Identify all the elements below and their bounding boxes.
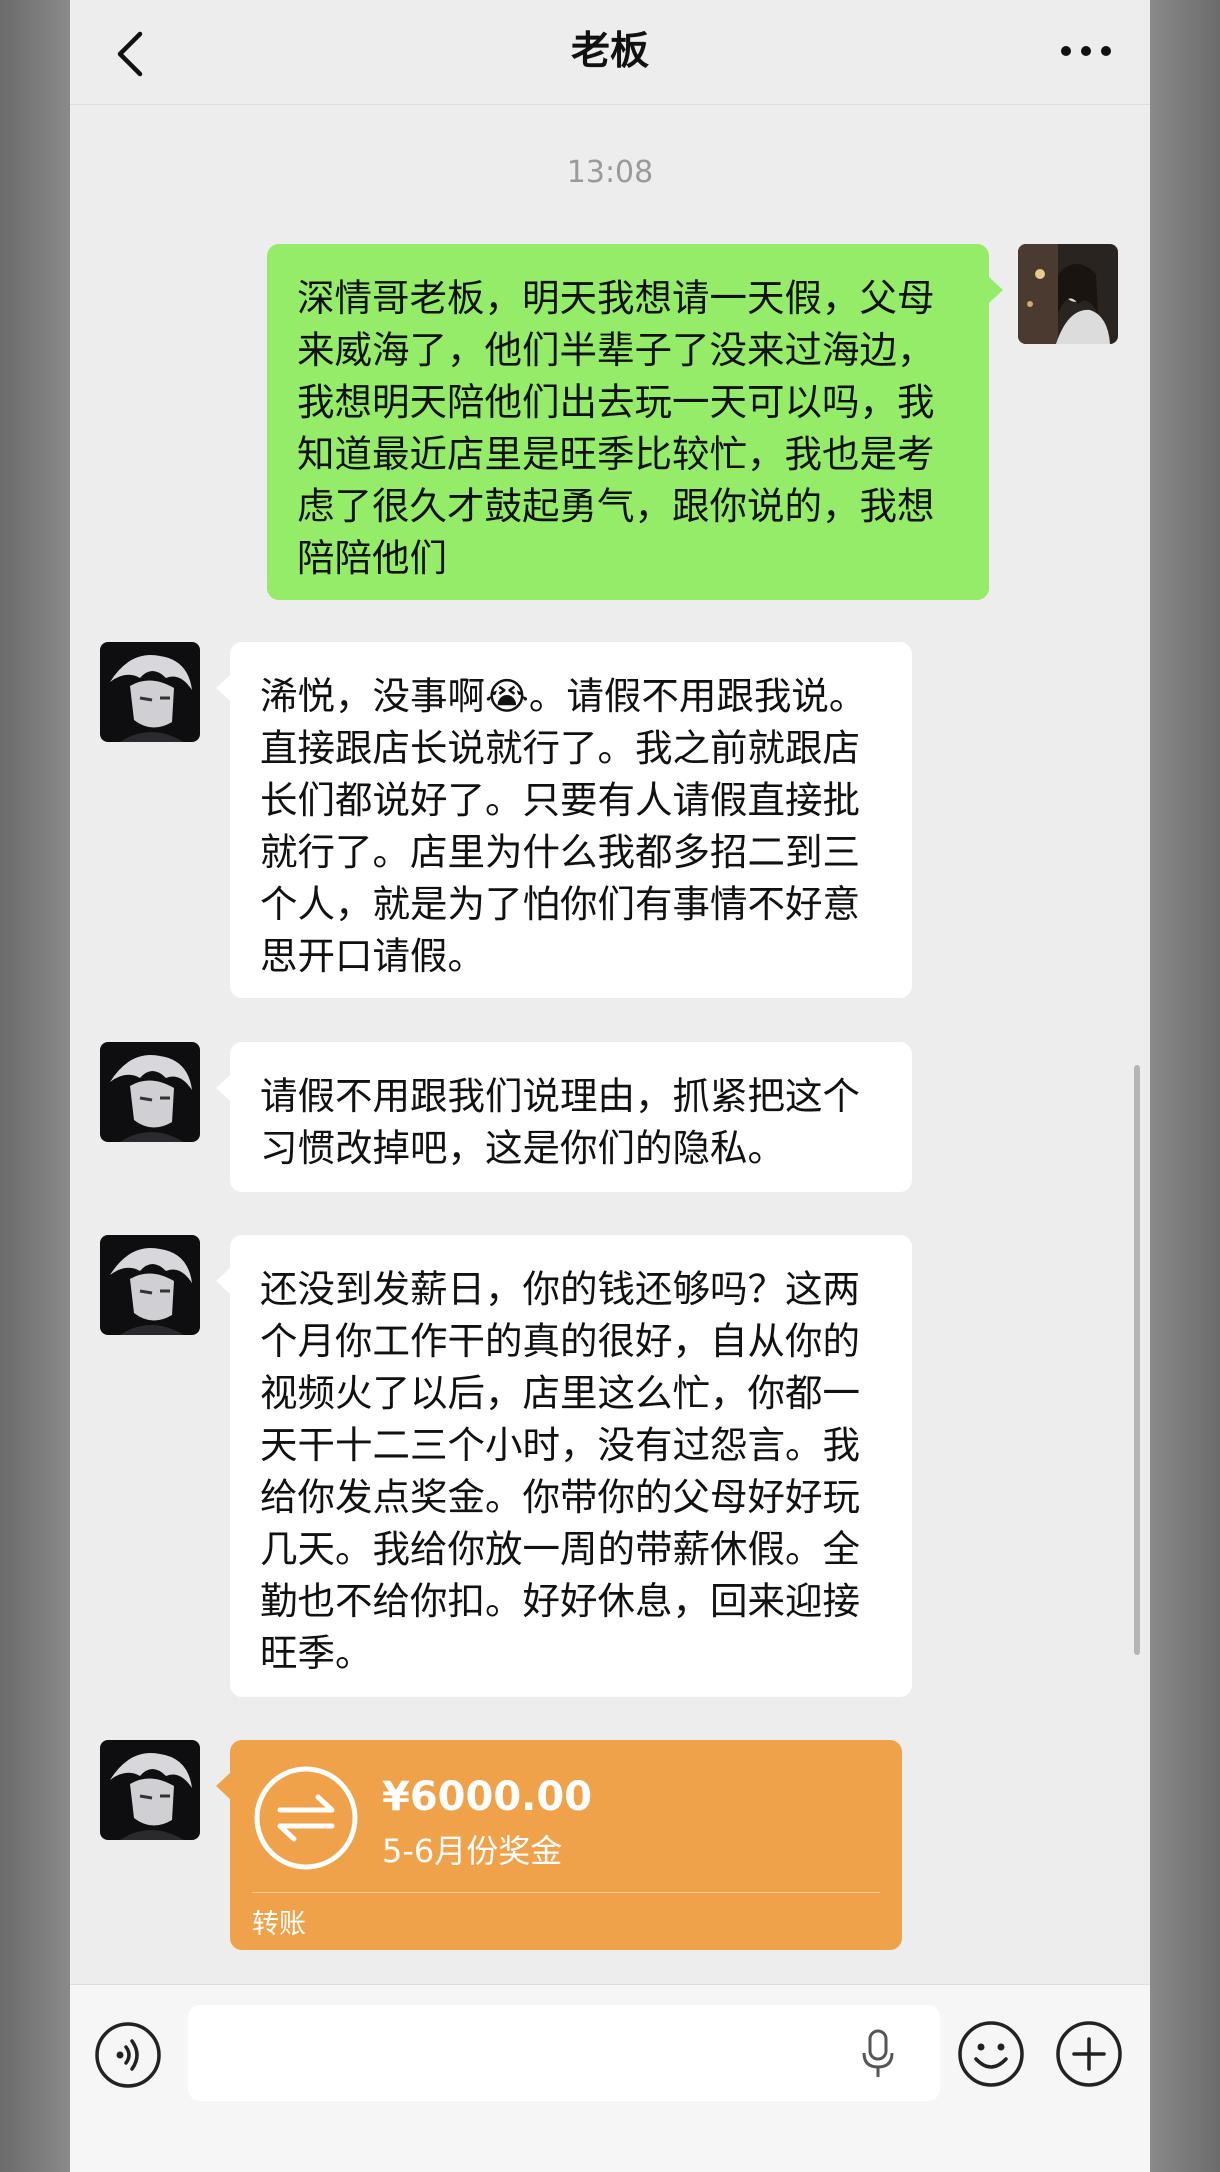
- voice-icon[interactable]: [94, 2021, 162, 2089]
- transfer-note: 5-6月份奖金: [382, 1832, 563, 1870]
- divider: [252, 1892, 880, 1893]
- transfer-icon: [254, 1766, 358, 1870]
- message-text: 请假不用跟我们说理由，抓紧把这个习惯改掉吧，这是你们的隐私。: [260, 1074, 860, 1170]
- transfer-amount: ¥6000.00: [382, 1774, 593, 1820]
- my-message-bubble[interactable]: 深情哥老板，明天我想请一天假，父母来威海了，他们半辈子了没来过海边，我想明天陪他…: [267, 244, 989, 600]
- left-backdrop: [0, 0, 70, 2172]
- bubble-tail: [216, 675, 230, 701]
- my-avatar[interactable]: [1018, 244, 1118, 344]
- message-text: 浠悦，没事啊😭。请假不用跟我说。直接跟店长说就行了。我之前就跟店长们都说好了。只…: [260, 674, 867, 978]
- bubble-tail: [216, 1773, 230, 1799]
- message-text: 还没到发薪日，你的钱还够吗？这两个月你工作干的真的很好，自从你的视频火了以后，店…: [260, 1267, 860, 1675]
- message-text: 深情哥老板，明天我想请一天假，父母来威海了，他们半辈子了没来过海边，我想明天陪他…: [297, 276, 935, 580]
- chat-title: 老板: [570, 29, 649, 74]
- message-timestamp: 13:08: [566, 155, 654, 190]
- boss-message-bubble[interactable]: 浠悦，没事啊😭。请假不用跟我说。直接跟店长说就行了。我之前就跟店长们都说好了。只…: [230, 642, 912, 998]
- boss-message-bubble[interactable]: 还没到发薪日，你的钱还够吗？这两个月你工作干的真的很好，自从你的视频火了以后，店…: [230, 1235, 912, 1697]
- mic-icon[interactable]: [860, 2029, 896, 2079]
- emoji-icon[interactable]: [956, 2019, 1026, 2089]
- boss-avatar[interactable]: [100, 1740, 200, 1840]
- message-input[interactable]: [188, 2005, 940, 2101]
- transfer-card[interactable]: ¥6000.00 5-6月份奖金 转账: [230, 1740, 902, 1950]
- bubble-tail: [989, 277, 1003, 303]
- more-dots-icon[interactable]: [1058, 36, 1114, 66]
- boss-avatar[interactable]: [100, 1235, 200, 1335]
- scrollbar[interactable]: [1134, 1065, 1140, 1655]
- navigation-bar: 老板: [70, 0, 1150, 105]
- plus-icon[interactable]: [1054, 2019, 1124, 2089]
- chat-screen: 老板 13:08 深情哥老板，明天我想请一天假，父母来威海了，他们半辈子了没来过…: [70, 0, 1150, 2172]
- bubble-tail: [216, 1268, 230, 1294]
- boss-avatar[interactable]: [100, 1042, 200, 1142]
- boss-avatar[interactable]: [100, 642, 200, 742]
- input-bar: [70, 1984, 1150, 2172]
- transfer-label: 转账: [252, 1909, 306, 1940]
- boss-message-bubble[interactable]: 请假不用跟我们说理由，抓紧把这个习惯改掉吧，这是你们的隐私。: [230, 1042, 912, 1192]
- bubble-tail: [216, 1075, 230, 1101]
- right-backdrop: [1150, 0, 1220, 2172]
